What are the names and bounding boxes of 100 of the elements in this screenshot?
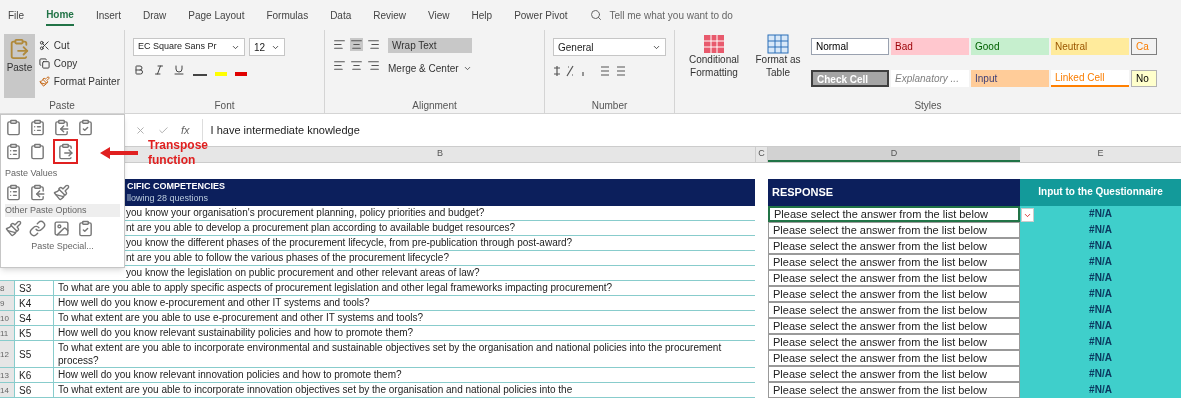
question-text: How well do you know relevant innovation policies and how to promote them?	[58, 369, 402, 380]
menu-tab[interactable]: Draw	[142, 4, 167, 26]
response-dropdown[interactable]: Please select the answer from the list below	[768, 270, 1020, 286]
cut-button[interactable]: Cut	[38, 38, 120, 53]
cell-style-button[interactable]: Good	[971, 38, 1049, 55]
underline-icon	[173, 64, 185, 76]
row-number: 13	[0, 368, 14, 382]
cell-style-button[interactable]: Neutral	[1051, 38, 1129, 55]
response-dropdown[interactable]: Please select the answer from the list below	[768, 334, 1020, 350]
question-text: you know the legislation on public procurement and other relevant areas of law?	[126, 267, 480, 278]
annotation-text: Transpose function	[148, 138, 210, 168]
menu-tab[interactable]: Insert	[95, 4, 121, 26]
align-left-icon	[333, 59, 346, 72]
conditional-formatting-icon	[703, 34, 725, 54]
format-as-table-button[interactable]: Format as Table	[753, 34, 803, 98]
question-id: S3	[14, 281, 54, 295]
cell-style-button[interactable]: Normal	[811, 38, 889, 55]
row-number: 9	[0, 296, 14, 310]
merge-center-button[interactable]: Merge & Center	[388, 61, 472, 76]
question-text: To what extent are you able to use e-procurement and other IT systems and tools?	[58, 312, 424, 323]
menu-tab[interactable]: View	[428, 4, 450, 26]
response-dropdown[interactable]: Please select the answer from the list below	[768, 222, 1020, 238]
row-number: 8	[0, 281, 14, 295]
copy-button[interactable]: Copy	[38, 56, 120, 71]
section-title: CIFIC COMPETENCIES	[127, 181, 226, 193]
paste-option-icon[interactable]	[5, 220, 22, 237]
input-value: #N/A	[1089, 367, 1112, 381]
response-dropdown[interactable]: Please select the answer from the list below	[768, 366, 1020, 382]
paste-option-icon[interactable]	[29, 143, 46, 160]
row-number: 12	[0, 341, 14, 367]
align-middle-icon	[350, 38, 363, 51]
table-icon	[767, 34, 789, 54]
paste-icon	[8, 38, 31, 60]
chevron-down-icon	[462, 64, 472, 73]
question-text: nt are you able to follow the various phases of the procurement lifecycle?	[126, 252, 449, 263]
transpose-icon[interactable]	[57, 143, 74, 160]
input-value: #N/A	[1089, 239, 1112, 253]
conditional-formatting-button[interactable]: Conditional Formatting	[683, 34, 745, 98]
format-painter-button[interactable]: Format Painter	[38, 74, 120, 89]
response-dropdown[interactable]: Please select the answer from the list below	[768, 350, 1020, 366]
group-label: Alignment	[412, 99, 457, 113]
response-dropdown[interactable]: Please select the answer from the list below	[768, 318, 1020, 334]
copy-icon	[38, 58, 50, 69]
menu-tab[interactable]: Help	[471, 4, 493, 26]
input-value: #N/A	[1089, 303, 1112, 317]
response-header: RESPONSE	[768, 179, 1020, 206]
cancel-icon	[135, 124, 146, 136]
search-icon	[589, 9, 602, 21]
input-value: #N/A	[1089, 383, 1112, 397]
number-format-field[interactable]: General	[553, 38, 666, 56]
paintbrush-icon	[38, 76, 50, 87]
italic-icon	[153, 64, 165, 76]
formula-field[interactable]: I have intermediate knowledge	[201, 119, 1181, 141]
wrap-text-button[interactable]: Wrap Text	[388, 38, 472, 53]
row-number: 11	[0, 326, 14, 340]
menu-tab[interactable]: Page Layout	[188, 4, 245, 26]
dropdown-arrow-button[interactable]	[1021, 208, 1034, 222]
search-field[interactable]: Tell me what you want to do	[589, 7, 733, 23]
menu-tab[interactable]: Review	[373, 4, 407, 26]
paste-option-icon[interactable]	[29, 183, 46, 201]
question-text: you know the different phases of the procurement lifecycle, from pre-publication through post-award?	[126, 237, 573, 248]
response-dropdown[interactable]: Please select the answer from the list below	[768, 302, 1020, 318]
cell-style-button[interactable]: Explanatory ...	[891, 70, 969, 87]
paste-option-icon[interactable]	[29, 220, 46, 237]
paste-option-icon[interactable]	[77, 220, 94, 237]
input-value: #N/A	[1089, 319, 1112, 333]
question-text: To what extent are you able to incorporate innovation objectives set by the organisation and national policies into the	[58, 384, 573, 395]
question-text: How well do you know relevant sustainability policies and how to promote them?	[58, 327, 414, 338]
question-id: S5	[14, 341, 54, 367]
paste-option-icon[interactable]	[5, 119, 22, 136]
menu-tab[interactable]: Power Pivot	[514, 4, 568, 26]
paste-special-item[interactable]: Paste Special...	[5, 240, 120, 254]
font-name-field[interactable]: EC Square Sans Pr	[133, 38, 245, 56]
cell-style-button[interactable]: Input	[971, 70, 1049, 87]
menu-tab[interactable]: Home	[46, 4, 74, 26]
paste-button[interactable]: Paste	[4, 34, 35, 98]
font-size-field[interactable]: 12	[249, 38, 285, 56]
response-dropdown[interactable]: Please select the answer from the list below	[768, 238, 1020, 254]
cell-style-button[interactable]: No	[1131, 70, 1157, 87]
paste-option-icon[interactable]	[29, 119, 46, 136]
question-text: To what extent are you able to incorporate environmental and sustainable objectives set by the organisation and national policies into the procurement process?	[58, 342, 722, 366]
cell-style-button[interactable]: Bad	[891, 38, 969, 55]
response-dropdown[interactable]: Please select the answer from the list below	[768, 382, 1020, 398]
paste-option-icon[interactable]	[5, 143, 22, 160]
menu-tab[interactable]: File	[8, 4, 25, 26]
paste-option-icon[interactable]	[77, 119, 94, 136]
paste-option-icon[interactable]	[53, 220, 70, 237]
paste-option-icon[interactable]	[5, 183, 22, 201]
row-number: 10	[0, 311, 14, 325]
align-top-icon	[333, 38, 346, 51]
menu-tab[interactable]: Data	[330, 4, 352, 26]
question-id: S4	[14, 311, 54, 325]
paste-option-icon[interactable]	[53, 183, 70, 201]
input-value: #N/A	[1089, 223, 1112, 237]
paste-option-icon[interactable]	[53, 119, 70, 136]
question-text: How well do you know e-procurement and other IT systems and tools?	[58, 297, 370, 308]
response-dropdown[interactable]: Please select the answer from the list below	[768, 286, 1020, 302]
response-dropdown[interactable]: Please select the answer from the list below	[768, 254, 1020, 270]
column-header: E	[1096, 147, 1105, 160]
menu-tab[interactable]: Formulas	[266, 4, 309, 26]
